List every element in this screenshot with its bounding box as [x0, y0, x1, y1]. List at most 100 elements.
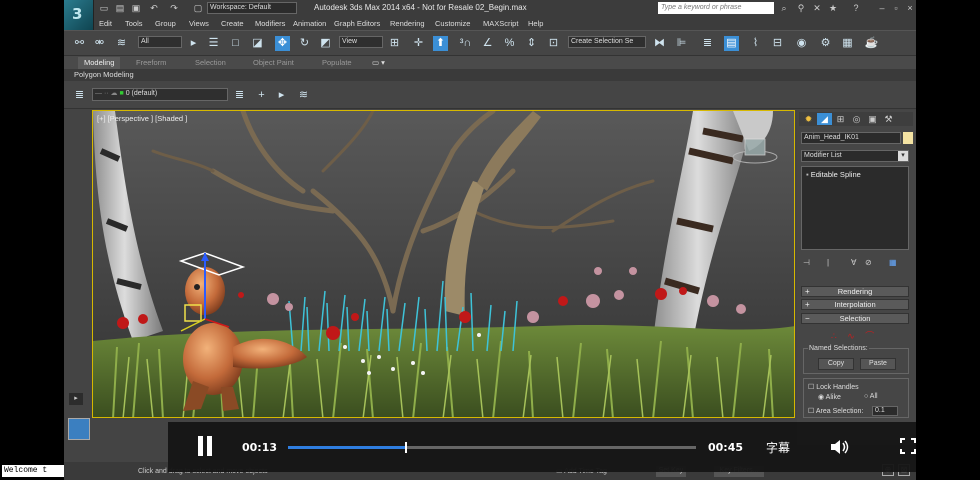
- keyboard-shortcut-override-icon[interactable]: ⬆: [433, 36, 448, 51]
- chevron-down-icon[interactable]: ▾: [898, 151, 908, 161]
- rollout-interpolation[interactable]: + Interpolation: [801, 299, 909, 310]
- project-folder-icon[interactable]: ▢: [192, 2, 204, 14]
- rectangular-selection-icon[interactable]: □: [228, 36, 243, 51]
- pause-button[interactable]: [196, 436, 214, 456]
- select-and-move-icon[interactable]: ✥: [275, 36, 290, 51]
- motion-tab-icon[interactable]: ◎: [849, 113, 864, 125]
- graphite-toolset-icon[interactable]: ▤: [724, 36, 739, 51]
- polygon-modeling-panel[interactable]: Polygon Modeling: [74, 70, 134, 79]
- rollout-selection[interactable]: − Selection: [801, 313, 909, 324]
- hierarchy-tab-icon[interactable]: ⊞: [833, 113, 848, 125]
- configure-modifier-sets-icon[interactable]: ▦: [889, 258, 897, 267]
- close-icon[interactable]: ×: [904, 2, 916, 14]
- angle-snap-icon[interactable]: ∠: [480, 36, 495, 51]
- menu-tools[interactable]: Tools: [125, 19, 143, 28]
- expand-viewport-icon[interactable]: ▸: [69, 393, 83, 405]
- all-radio[interactable]: ○ All: [864, 393, 878, 400]
- curve-editor-icon[interactable]: ⌇: [748, 36, 763, 51]
- paste-button[interactable]: Paste: [860, 358, 896, 370]
- make-unique-icon[interactable]: ∀: [851, 258, 856, 267]
- menu-customize[interactable]: Customize: [435, 19, 470, 28]
- tab-modeling[interactable]: Modeling: [78, 57, 121, 69]
- menu-views[interactable]: Views: [189, 19, 209, 28]
- area-selection-value[interactable]: 0.1: [872, 406, 898, 416]
- render-production-icon[interactable]: ☕: [864, 36, 879, 51]
- window-crossing-icon[interactable]: ◪: [250, 36, 265, 51]
- percent-snap-icon[interactable]: %: [502, 36, 517, 51]
- select-and-rotate-icon[interactable]: ↻: [297, 36, 312, 51]
- ribbon-options-icon[interactable]: ▭ ▾: [372, 58, 385, 67]
- create-new-layer-icon[interactable]: ≣: [232, 88, 247, 103]
- rollout-rendering[interactable]: + Rendering: [801, 286, 909, 297]
- schematic-view-icon[interactable]: ⊟: [770, 36, 785, 51]
- select-in-layer-icon[interactable]: ▸: [274, 88, 289, 103]
- select-by-name-icon[interactable]: ☰: [206, 36, 221, 51]
- perspective-viewport[interactable]: [+] [Perspective ] [Shaded ]: [92, 110, 795, 418]
- show-end-result-icon[interactable]: |: [827, 258, 829, 267]
- menu-create[interactable]: Create: [221, 19, 244, 28]
- display-tab-icon[interactable]: ▣: [865, 113, 880, 125]
- fullscreen-icon[interactable]: [900, 438, 916, 454]
- remove-modifier-icon[interactable]: ⊘: [865, 258, 872, 267]
- subscription-icon[interactable]: ✕: [811, 2, 823, 14]
- new-file-icon[interactable]: ▭: [98, 2, 110, 14]
- pivot-center-icon[interactable]: ⊞: [387, 36, 402, 51]
- selection-filter-dropdown[interactable]: All: [138, 36, 182, 48]
- select-and-link-icon[interactable]: ⚯: [72, 36, 87, 51]
- named-selection-dropdown[interactable]: Create Selection Se: [568, 36, 646, 48]
- tab-freeform[interactable]: Freeform: [136, 58, 166, 67]
- help-icon[interactable]: ?: [850, 2, 862, 14]
- minimize-icon[interactable]: –: [876, 2, 888, 14]
- manage-layers-icon[interactable]: ≣: [72, 88, 87, 103]
- create-tab-icon[interactable]: ✹: [801, 113, 816, 125]
- progress-track[interactable]: [288, 442, 696, 453]
- unlink-icon[interactable]: ⚮: [92, 36, 107, 51]
- menu-edit[interactable]: Edit: [99, 19, 112, 28]
- material-editor-icon[interactable]: ◉: [794, 36, 809, 51]
- current-layer-dropdown[interactable]: — ·· ☁ ■ 0 (default): [92, 88, 228, 101]
- pin-stack-icon[interactable]: ⊣: [803, 258, 810, 267]
- modify-tab-icon[interactable]: ◢: [817, 113, 832, 125]
- bind-space-warp-icon[interactable]: ≋: [114, 36, 129, 51]
- mirror-icon[interactable]: ⧓: [652, 36, 667, 51]
- add-to-layer-icon[interactable]: +: [254, 88, 269, 103]
- tab-object-paint[interactable]: Object Paint: [253, 58, 294, 67]
- copy-button[interactable]: Copy: [818, 358, 854, 370]
- open-file-icon[interactable]: ▤: [114, 2, 126, 14]
- maximize-icon[interactable]: ▫: [890, 2, 902, 14]
- lock-handles-checkbox[interactable]: ☐ Lock Handles: [808, 383, 859, 391]
- select-and-manipulate-icon[interactable]: ✛: [411, 36, 426, 51]
- communication-center-icon[interactable]: ⚲: [795, 2, 807, 14]
- tab-selection[interactable]: Selection: [195, 58, 226, 67]
- utilities-tab-icon[interactable]: ⚒: [881, 113, 896, 125]
- search-icon[interactable]: ⌕: [778, 2, 790, 14]
- object-name-field[interactable]: Anim_Head_IK01: [801, 132, 901, 144]
- viewport-thumbnail[interactable]: [68, 418, 90, 440]
- maxscript-listener[interactable]: Welcome t: [2, 465, 64, 477]
- menu-group[interactable]: Group: [155, 19, 176, 28]
- select-and-scale-icon[interactable]: ◩: [318, 36, 333, 51]
- menu-rendering[interactable]: Rendering: [390, 19, 425, 28]
- object-color-swatch[interactable]: [903, 132, 913, 144]
- app-logo-button[interactable]: 3: [64, 0, 94, 30]
- menu-help[interactable]: Help: [528, 19, 543, 28]
- area-selection-checkbox[interactable]: ☐ Area Selection:: [808, 407, 863, 415]
- redo-icon[interactable]: ↷: [168, 2, 180, 14]
- search-input[interactable]: Type a keyword or phrase: [658, 2, 774, 14]
- select-object-icon[interactable]: ▸: [186, 36, 201, 51]
- layer-manager-icon[interactable]: ≣: [700, 36, 715, 51]
- align-icon[interactable]: ⊫: [674, 36, 689, 51]
- menu-maxscript[interactable]: MAXScript: [483, 19, 518, 28]
- rendered-frame-window-icon[interactable]: ▦: [840, 36, 855, 51]
- stack-item-editable-spline[interactable]: ▪ Editable Spline: [806, 170, 861, 179]
- undo-icon[interactable]: ↶: [148, 2, 160, 14]
- render-setup-icon[interactable]: ⚙: [818, 36, 833, 51]
- menu-animation[interactable]: Animation: [293, 19, 326, 28]
- edit-named-selection-icon[interactable]: ⊡: [546, 36, 561, 51]
- workspace-dropdown[interactable]: Workspace: Default: [207, 2, 297, 14]
- snaps-toggle-icon[interactable]: ³∩: [458, 36, 473, 51]
- progress-knob[interactable]: [405, 442, 408, 453]
- menu-graph-editors[interactable]: Graph Editors: [334, 19, 380, 28]
- menu-modifiers[interactable]: Modifiers: [255, 19, 285, 28]
- save-file-icon[interactable]: ▣: [130, 2, 142, 14]
